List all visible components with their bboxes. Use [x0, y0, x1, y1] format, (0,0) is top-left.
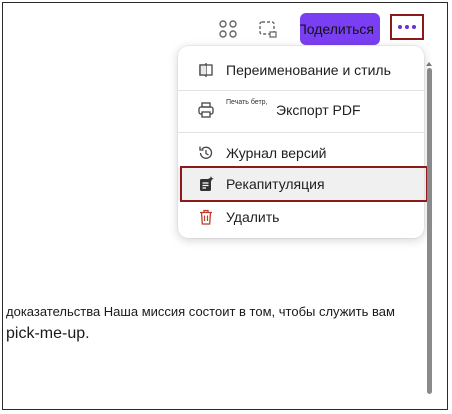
menu-item-label: Переименование и стиль [226, 62, 391, 78]
vertical-scrollbar[interactable] [427, 68, 432, 394]
recap-icon [196, 174, 216, 194]
menu-item-label: Журнал версий [226, 145, 327, 161]
menu-item-label: Экспорт PDF [276, 102, 361, 118]
menu-item-label: Рекапитуляция [226, 176, 325, 192]
menu-item-label: Удалить [226, 209, 280, 225]
document-text-line: доказательства Наша миссия состоит в том… [6, 304, 395, 319]
history-icon [196, 143, 216, 163]
menu-item-recap[interactable]: Рекапитуляция [178, 168, 424, 200]
more-icon [398, 25, 416, 29]
export-small-prefix: Печать бетр, [226, 99, 268, 106]
scroll-up-arrow[interactable] [426, 62, 432, 66]
more-options-button[interactable] [390, 14, 424, 40]
menu-divider [178, 132, 424, 133]
trash-icon [196, 207, 216, 227]
menu-item-version-history[interactable]: Журнал версий [178, 137, 424, 169]
loop-icon[interactable] [217, 18, 239, 40]
printer-icon [196, 100, 216, 120]
rename-style-icon [196, 60, 216, 80]
share-button[interactable]: Поделиться [300, 13, 380, 45]
more-options-menu: Переименование и стиль Печать бетр, Эксп… [178, 46, 424, 238]
menu-item-delete[interactable]: Удалить [178, 201, 424, 233]
region-select-icon[interactable] [257, 18, 279, 40]
document-text-line: pick-me-up. [6, 325, 90, 342]
menu-divider [178, 90, 424, 91]
menu-item-rename-style[interactable]: Переименование и стиль [178, 54, 424, 86]
share-button-label: Поделиться [300, 21, 374, 37]
menu-item-export-pdf[interactable]: Печать бетр, Экспорт PDF [178, 94, 424, 126]
